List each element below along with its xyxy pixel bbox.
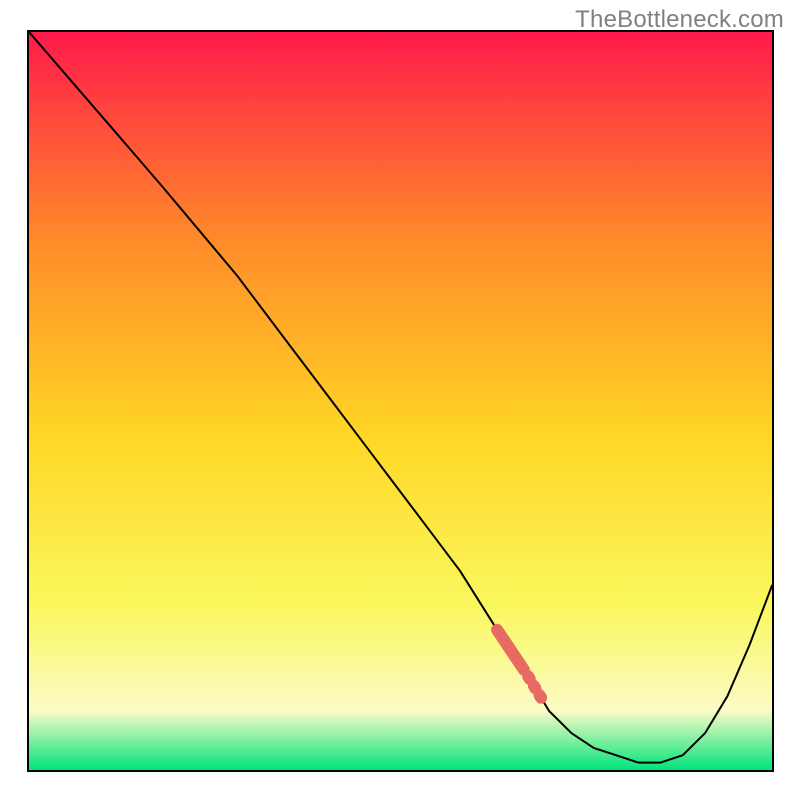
chart-svg — [29, 32, 772, 770]
watermark-text: TheBottleneck.com — [575, 6, 784, 34]
chart-stage: TheBottleneck.com — [0, 0, 800, 800]
gradient-background — [29, 32, 772, 770]
plot-area — [27, 30, 774, 772]
